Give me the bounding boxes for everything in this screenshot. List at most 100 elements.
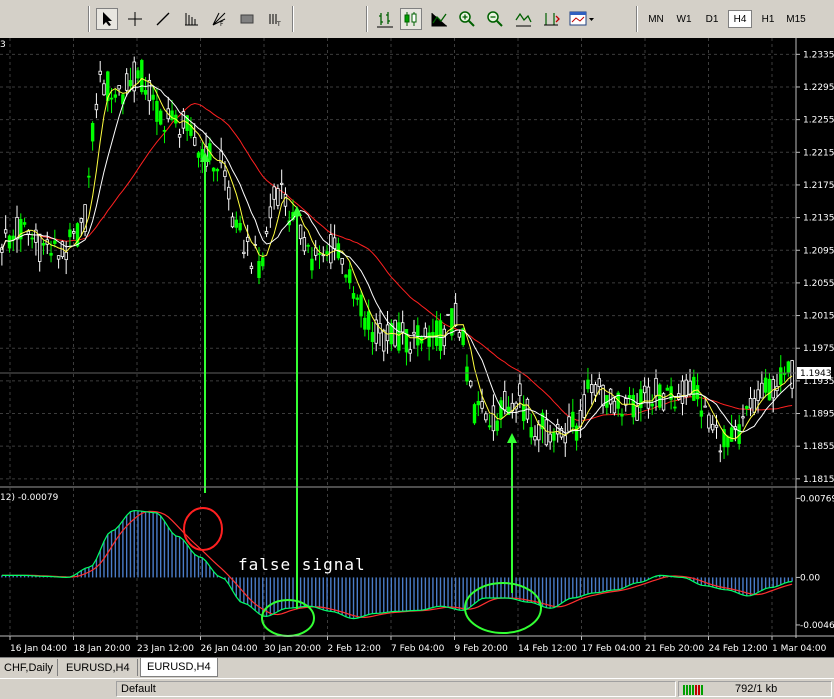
status-profile-text: Default [121,683,156,695]
timeframe-h4[interactable]: H4 [728,10,752,28]
chart-corner-label: 3 [0,40,6,50]
candle-body [22,222,27,225]
candle-body [348,269,352,284]
chart-shift-button[interactable] [540,8,562,30]
candle-body [771,379,775,399]
candle-body [279,182,284,185]
bar-chart-button[interactable] [374,8,396,30]
candle-body [537,423,541,441]
svg-text:T: T [276,21,281,27]
candle-body [385,324,390,342]
candle-body [230,216,235,228]
candle-body [53,240,57,244]
candle-body [412,331,416,335]
line-chart-button[interactable] [428,8,450,30]
candle-body [26,230,31,235]
candle-body [382,329,386,352]
candle-body [741,416,745,419]
timeframe-h1[interactable]: H1 [756,10,780,28]
candle-body [782,372,787,375]
fibonacci-button[interactable] [180,8,202,30]
candle-body [760,382,764,399]
templates-icon [569,11,594,26]
time-tick-label: 16 Jan 04:00 [10,644,67,654]
chart-tab[interactable]: EURUSD,H4 [140,658,218,677]
candle-body [695,385,700,400]
candle-body [729,427,734,442]
templates-button[interactable] [568,8,596,30]
candle-body [597,378,601,387]
candle-body [650,403,654,407]
connection-bars-icon [683,685,703,695]
tile-windows-button[interactable] [512,8,534,30]
zoom-out-button[interactable] [484,8,506,30]
candle-body [245,236,250,242]
zoom-in-button[interactable] [456,8,478,30]
candle-body [495,420,499,431]
svg-text:F: F [220,21,224,27]
crosshair-button[interactable] [124,8,146,30]
candle-chart-button[interactable] [400,8,422,30]
time-tick-label: 23 Jan 12:00 [137,644,194,654]
candle-body [408,349,412,354]
candle-body [268,206,273,219]
timeframe-m15[interactable]: M15 [784,10,808,28]
trendline-button[interactable] [152,8,174,30]
candle-body [261,257,265,267]
indicator-tick-label: 0.00 [800,573,820,583]
time-tick-label: 18 Jan 20:00 [74,644,131,654]
status-bar: Default 792/1 kb [0,678,834,699]
candle-body [748,398,753,409]
cursor-button[interactable] [96,8,118,30]
candle-body [499,400,503,419]
gann-button[interactable]: F [208,8,230,30]
time-tick-label: 9 Feb 20:00 [455,644,509,654]
text-label-button[interactable]: T [264,8,286,30]
candle-body [404,329,409,353]
candle-body [325,251,329,255]
candle-body [72,231,76,234]
candle-body [49,252,53,256]
price-tick-label: 1.2255 [803,116,834,126]
candle-body [423,327,428,338]
candle-body [503,391,507,411]
candle-body [635,406,639,421]
candle-body [608,388,613,405]
rectangle-button[interactable] [236,8,258,30]
candle-body [529,427,533,438]
candle-body [457,332,462,338]
time-tick-label: 30 Jan 20:00 [264,644,321,654]
candle-body [533,436,537,441]
candle-body [472,404,477,424]
candle-body [711,423,715,431]
candle-body [90,122,95,142]
candle-body [310,258,314,271]
candle-body [427,332,431,347]
candle-body [298,224,303,240]
candle-body [351,293,356,299]
timeframe-mn[interactable]: MN [644,10,668,28]
time-tick-label: 26 Jan 04:00 [201,644,258,654]
timeframe-w1[interactable]: W1 [672,10,696,28]
chart-toolbar: F T MN W1 D1 H4 H1 M15 [0,0,834,39]
candle-body [684,379,688,398]
candle-body [574,425,579,441]
candle-body [552,432,556,441]
timeframe-d1[interactable]: D1 [700,10,724,28]
chart-area[interactable]: 1.2335 1.2295 1.2255 1.2215 1.2175 1.2135 1.20… [0,38,834,657]
price-tick-label: 1.1975 [803,344,834,354]
candle-body [400,322,405,333]
chart-tab[interactable]: EURUSD,H4 [60,659,138,676]
candle-body [745,406,749,409]
chart-tabs: CHF,Daily EURUSD,H4 EURUSD,H4 [0,657,834,678]
chart-tab[interactable]: CHF,Daily [0,659,58,676]
candle-body [109,97,114,100]
current-price-text: 1.1943 [800,369,832,379]
candle-body [359,294,363,317]
price-tick-label: 1.2295 [803,83,834,93]
candle-body [117,84,121,90]
candle-body [446,313,450,316]
candle-body [544,419,549,446]
candle-body [767,378,772,401]
false-signal-annotation: false signal [238,555,366,574]
